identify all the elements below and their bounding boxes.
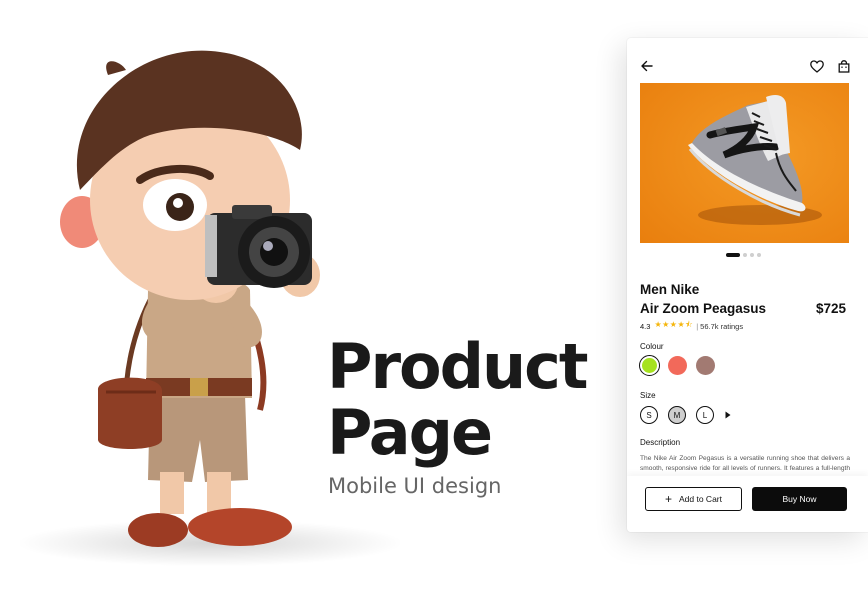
colour-swatch[interactable] bbox=[668, 356, 687, 375]
carousel-dot[interactable] bbox=[743, 253, 747, 257]
product-price: $725 bbox=[815, 301, 846, 316]
caret-right-icon[interactable] bbox=[724, 406, 732, 424]
rating-value: 4.3 bbox=[640, 321, 651, 331]
ratings-count: 56.7k ratings bbox=[700, 321, 744, 331]
add-to-cart-label: Add to Cart bbox=[679, 494, 722, 504]
rating-row: 4.3 ★★★★⯪ | 56.7k ratings bbox=[640, 319, 743, 333]
product-brand: Men Nike bbox=[640, 282, 700, 297]
photographer-character-illustration bbox=[60, 50, 320, 547]
heart-icon[interactable] bbox=[807, 56, 827, 76]
description-label: Description bbox=[640, 438, 681, 447]
bottom-action-bar: + Add to Cart Buy Now bbox=[627, 476, 868, 532]
plus-icon: + bbox=[664, 492, 672, 506]
star-rating-icon: ★★★★⯪ bbox=[654, 320, 694, 329]
phone-screen: Men Nike Air Zoom Peagasus $725 4.3 ★★★★… bbox=[627, 38, 868, 532]
arrow-left-icon[interactable] bbox=[637, 56, 657, 76]
sneaker-image bbox=[640, 83, 849, 243]
colour-swatch[interactable] bbox=[696, 356, 715, 375]
size-option[interactable]: L bbox=[696, 406, 714, 424]
colour-swatch[interactable] bbox=[639, 355, 660, 376]
carousel-dot[interactable] bbox=[726, 253, 740, 257]
top-bar bbox=[627, 56, 868, 76]
product-name: Air Zoom Peagasus bbox=[640, 301, 767, 316]
size-option[interactable]: M bbox=[668, 406, 686, 424]
carousel-indicator[interactable] bbox=[726, 252, 761, 258]
shopping-bag-icon[interactable] bbox=[834, 56, 854, 76]
subtitle: Mobile UI design bbox=[328, 474, 502, 498]
carousel-dot[interactable] bbox=[750, 253, 754, 257]
carousel-dot[interactable] bbox=[757, 253, 761, 257]
product-image bbox=[640, 83, 849, 243]
add-to-cart-button[interactable]: + Add to Cart bbox=[645, 487, 742, 511]
size-option[interactable]: S bbox=[640, 406, 658, 424]
headline-line-2: Page bbox=[327, 396, 493, 469]
rating-separator: | bbox=[696, 321, 699, 331]
headline: Product Page bbox=[327, 330, 589, 469]
size-options: SML bbox=[640, 406, 732, 424]
headline-line-1: Product bbox=[327, 330, 589, 403]
size-label: Size bbox=[640, 391, 656, 400]
buy-now-button[interactable]: Buy Now bbox=[752, 487, 847, 511]
colour-options bbox=[639, 355, 715, 376]
colour-label: Colour bbox=[640, 342, 664, 351]
